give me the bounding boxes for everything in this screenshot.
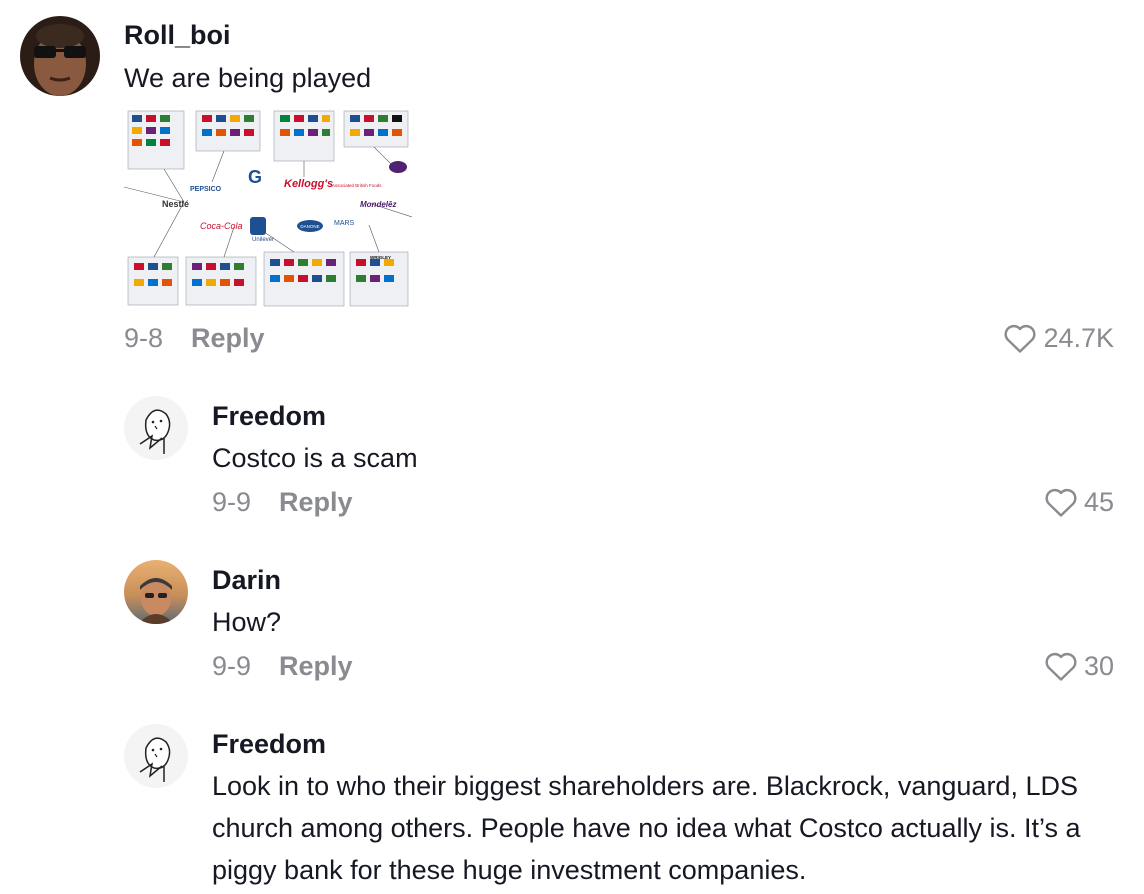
company-label: Associated British Foods bbox=[332, 183, 382, 188]
comment-username[interactable]: Darin bbox=[212, 565, 281, 596]
avatar[interactable] bbox=[124, 560, 188, 624]
avatar[interactable] bbox=[124, 396, 188, 460]
comment-text: We are being played bbox=[124, 63, 372, 93]
heart-outline-icon bbox=[1005, 324, 1036, 353]
company-label: PEPSICO bbox=[190, 186, 222, 193]
like-count: 30 bbox=[1083, 650, 1114, 681]
company-label: Unilever bbox=[252, 237, 274, 243]
company-label: Nestlé bbox=[162, 199, 189, 209]
comment-date: 9-9 bbox=[212, 651, 252, 681]
like-count: 24.7K bbox=[1043, 322, 1114, 353]
comment-text: Look in to who their biggest shareholder… bbox=[212, 771, 1081, 885]
comment-meta: 9-9 Reply bbox=[212, 651, 353, 682]
comment-username[interactable]: Roll_boi bbox=[124, 20, 231, 51]
comment-image-attachment[interactable]: PEPSICO G Kellogg's Associated British F… bbox=[124, 107, 412, 309]
reply-button[interactable]: Reply bbox=[279, 487, 353, 517]
reply-comment: Freedom Look in to who their biggest sha… bbox=[0, 718, 1144, 894]
heart-outline-icon bbox=[1045, 488, 1077, 517]
company-label: DANONE bbox=[300, 224, 319, 229]
company-label: Mondelēz bbox=[360, 200, 396, 209]
reply-button[interactable]: Reply bbox=[191, 323, 265, 353]
comment-username[interactable]: Freedom bbox=[212, 401, 326, 432]
like-button[interactable]: 45 bbox=[1044, 486, 1114, 518]
comment-meta: 9-8 Reply bbox=[124, 323, 265, 354]
avatar[interactable] bbox=[20, 16, 100, 96]
company-label: WRIGLEY bbox=[370, 255, 391, 260]
company-label: MARS bbox=[334, 220, 355, 227]
avatar[interactable] bbox=[124, 724, 188, 788]
comment-text: Costco is a scam bbox=[212, 443, 418, 473]
reply-comment: Freedom Costco is a scam 9-9 Reply 45 bbox=[0, 390, 1144, 530]
comment: Roll_boi We are being played PEPSICO G K… bbox=[0, 0, 1144, 370]
reply-button[interactable]: Reply bbox=[279, 651, 353, 681]
company-label: Coca-Cola bbox=[200, 221, 243, 231]
like-count: 45 bbox=[1083, 486, 1114, 517]
company-label: Kellogg's bbox=[284, 178, 333, 190]
comment-date: 9-9 bbox=[212, 487, 252, 517]
like-button[interactable]: 24.7K bbox=[1003, 322, 1114, 354]
comment-username[interactable]: Freedom bbox=[212, 729, 326, 760]
like-button[interactable]: 30 bbox=[1044, 650, 1114, 682]
company-label: G bbox=[248, 167, 262, 187]
reply-comment: Darin How? 9-9 Reply 30 bbox=[0, 554, 1144, 694]
comment-date: 9-8 bbox=[124, 323, 164, 353]
comment-text: How? bbox=[212, 607, 282, 637]
comment-meta: 9-9 Reply bbox=[212, 487, 353, 518]
heart-outline-icon bbox=[1045, 652, 1077, 681]
